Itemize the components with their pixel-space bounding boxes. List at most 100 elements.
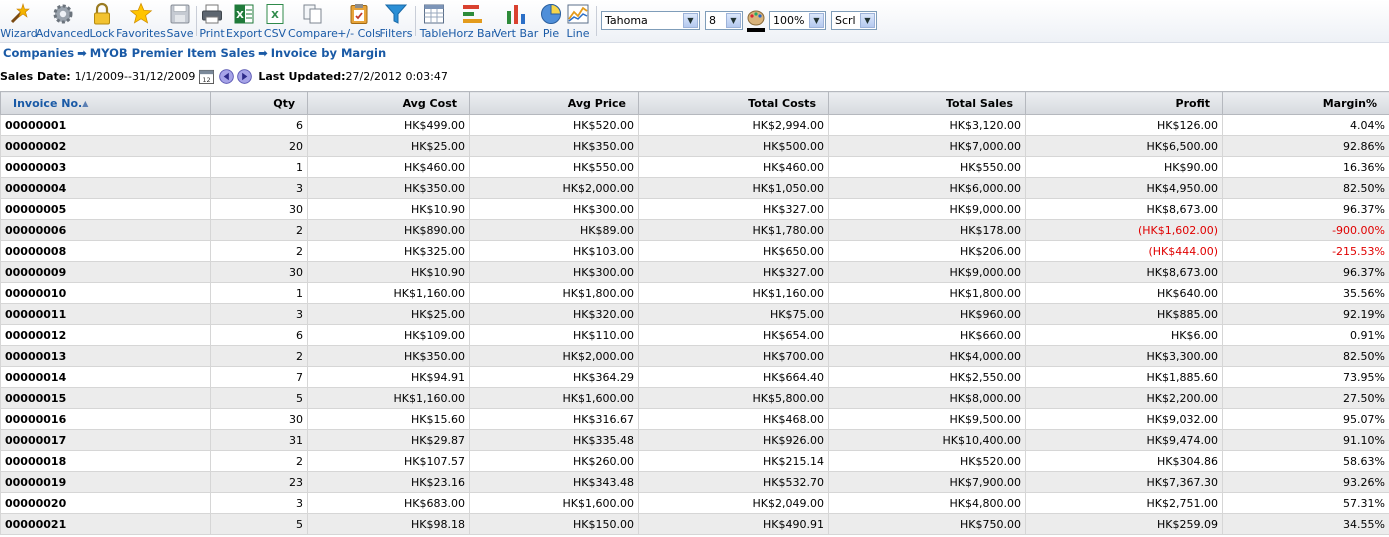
scroll-select[interactable]: Scrl ▼ bbox=[831, 11, 877, 30]
next-period-icon[interactable] bbox=[237, 69, 253, 84]
total-sales-cell: HK$9,000.00 bbox=[828, 261, 1026, 283]
avg-price-cell: HK$1,600.00 bbox=[469, 492, 639, 514]
last-updated-label: Last Updated: bbox=[258, 70, 346, 83]
compare-button[interactable]: Compare bbox=[288, 1, 338, 41]
lock-button[interactable]: Lock bbox=[89, 1, 115, 41]
table-row[interactable]: 00000012 6 HK$109.00 HK$110.00 HK$654.00 HK$6… bbox=[0, 324, 1389, 346]
invoice-no-cell: 00000001 bbox=[0, 114, 211, 136]
save-button[interactable]: Save bbox=[166, 1, 194, 41]
table-view-button[interactable]: Table bbox=[419, 1, 449, 41]
avg-cost-cell: HK$98.18 bbox=[307, 513, 470, 535]
star-icon bbox=[129, 2, 153, 24]
arrow-right-icon: ➡ bbox=[77, 46, 87, 60]
breadcrumb-item-sales[interactable]: MYOB Premier Item Sales bbox=[90, 46, 255, 60]
table-row[interactable]: 00000013 2 HK$350.00 HK$2,000.00 HK$700.00 HK… bbox=[0, 345, 1389, 367]
table-row[interactable]: 00000018 2 HK$107.57 HK$260.00 HK$215.14 HK$5… bbox=[0, 450, 1389, 472]
avg-price-cell: HK$110.00 bbox=[469, 324, 639, 346]
breadcrumb-invoice-by-margin[interactable]: Invoice by Margin bbox=[271, 46, 386, 60]
table-row[interactable]: 00000010 1 HK$1,160.00 HK$1,800.00 HK$1,160.… bbox=[0, 282, 1389, 304]
table-row[interactable]: 00000009 30 HK$10.90 HK$300.00 HK$327.00 HK$9… bbox=[0, 261, 1389, 283]
horz-bar-button[interactable]: Horz Bar bbox=[448, 1, 496, 41]
table-row[interactable]: 00000017 31 HK$29.87 HK$335.48 HK$926.00 HK$1… bbox=[0, 429, 1389, 451]
profit-cell: HK$4,950.00 bbox=[1025, 177, 1223, 199]
avg-price-cell: HK$316.67 bbox=[469, 408, 639, 430]
column-header-total-sales[interactable]: Total Sales bbox=[828, 91, 1026, 115]
total-costs-cell: HK$500.00 bbox=[638, 135, 829, 157]
avg-cost-cell: HK$109.00 bbox=[307, 324, 470, 346]
profit-cell: HK$9,474.00 bbox=[1025, 429, 1223, 451]
table-row[interactable]: 00000016 30 HK$15.60 HK$316.67 HK$468.00 HK$9… bbox=[0, 408, 1389, 430]
margin-cell: 73.95% bbox=[1222, 366, 1389, 388]
color-palette-icon[interactable] bbox=[746, 9, 766, 33]
total-costs-cell: HK$2,994.00 bbox=[638, 114, 829, 136]
vert-bar-button[interactable]: Vert Bar bbox=[494, 1, 538, 41]
wizard-button[interactable]: Wizard bbox=[0, 1, 38, 41]
filters-button[interactable]: Filters bbox=[380, 1, 413, 41]
invoice-no-cell: 00000021 bbox=[0, 513, 211, 535]
margin-cell: -215.53% bbox=[1222, 240, 1389, 262]
csv-button[interactable]: X CSV bbox=[262, 1, 288, 41]
advanced-button[interactable]: Advanced bbox=[36, 1, 90, 41]
avg-price-cell: HK$103.00 bbox=[469, 240, 639, 262]
previous-period-icon[interactable] bbox=[219, 69, 235, 84]
toolbar-separator bbox=[196, 6, 197, 36]
qty-cell: 2 bbox=[210, 450, 308, 472]
total-costs-cell: HK$650.00 bbox=[638, 240, 829, 262]
font-family-select[interactable]: Tahoma ▼ bbox=[601, 11, 700, 30]
profit-cell: HK$8,673.00 bbox=[1025, 261, 1223, 283]
table-row[interactable]: 00000005 30 HK$10.90 HK$300.00 HK$327.00 HK$9… bbox=[0, 198, 1389, 220]
column-header-avg-price[interactable]: Avg Price bbox=[469, 91, 639, 115]
avg-price-cell: HK$343.48 bbox=[469, 471, 639, 493]
total-sales-cell: HK$9,500.00 bbox=[828, 408, 1026, 430]
table-row[interactable]: 00000002 20 HK$25.00 HK$350.00 HK$500.00 HK$7… bbox=[0, 135, 1389, 157]
font-size-select[interactable]: 8 ▼ bbox=[705, 11, 743, 30]
zoom-select[interactable]: 100% ▼ bbox=[769, 11, 826, 30]
avg-cost-cell: HK$1,160.00 bbox=[307, 387, 470, 409]
qty-cell: 20 bbox=[210, 135, 308, 157]
funnel-icon bbox=[384, 4, 408, 24]
total-sales-cell: HK$10,400.00 bbox=[828, 429, 1026, 451]
table-row[interactable]: 00000015 5 HK$1,160.00 HK$1,600.00 HK$5,800.… bbox=[0, 387, 1389, 409]
avg-price-cell: HK$350.00 bbox=[469, 135, 639, 157]
column-header-invoice-no[interactable]: Invoice No.▲ bbox=[0, 91, 211, 115]
table-row[interactable]: 00000019 23 HK$23.16 HK$343.48 HK$532.70 HK$7… bbox=[0, 471, 1389, 493]
export-button[interactable]: X Export bbox=[226, 1, 262, 41]
avg-cost-cell: HK$10.90 bbox=[307, 198, 470, 220]
pie-button[interactable]: Pie bbox=[538, 1, 564, 41]
avg-price-cell: HK$335.48 bbox=[469, 429, 639, 451]
breadcrumb-companies[interactable]: Companies bbox=[3, 46, 74, 60]
calendar-icon[interactable]: 12 bbox=[199, 69, 215, 84]
columns-button[interactable]: +/- Cols bbox=[337, 1, 381, 41]
profit-cell: HK$7,367.30 bbox=[1025, 471, 1223, 493]
avg-cost-cell: HK$350.00 bbox=[307, 177, 470, 199]
table-row[interactable]: 00000006 2 HK$890.00 HK$89.00 HK$1,780.00 HK$… bbox=[0, 219, 1389, 241]
table-row[interactable]: 00000008 2 HK$325.00 HK$103.00 HK$650.00 HK$2… bbox=[0, 240, 1389, 262]
column-header-total-costs[interactable]: Total Costs bbox=[638, 91, 829, 115]
column-header-avg-cost[interactable]: Avg Cost bbox=[307, 91, 470, 115]
table-row[interactable]: 00000011 3 HK$25.00 HK$320.00 HK$75.00 HK$960… bbox=[0, 303, 1389, 325]
line-button[interactable]: Line bbox=[565, 1, 591, 41]
column-header-qty[interactable]: Qty bbox=[210, 91, 308, 115]
margin-cell: 35.56% bbox=[1222, 282, 1389, 304]
invoice-no-cell: 00000014 bbox=[0, 366, 211, 388]
column-header-profit[interactable]: Profit bbox=[1025, 91, 1223, 115]
table-row[interactable]: 00000021 5 HK$98.18 HK$150.00 HK$490.91 HK$75… bbox=[0, 513, 1389, 535]
avg-price-cell: HK$320.00 bbox=[469, 303, 639, 325]
total-sales-cell: HK$206.00 bbox=[828, 240, 1026, 262]
table-row[interactable]: 00000014 7 HK$94.91 HK$364.29 HK$664.40 HK$2,… bbox=[0, 366, 1389, 388]
invoice-no-cell: 00000019 bbox=[0, 471, 211, 493]
table-row[interactable]: 00000001 6 HK$499.00 HK$520.00 HK$2,994.00 HK… bbox=[0, 114, 1389, 136]
table-row[interactable]: 00000020 3 HK$683.00 HK$1,600.00 HK$2,049.00… bbox=[0, 492, 1389, 514]
margin-cell: 82.50% bbox=[1222, 177, 1389, 199]
column-header-margin[interactable]: Margin% bbox=[1222, 91, 1389, 115]
line-chart-icon bbox=[567, 4, 589, 24]
svg-text:12: 12 bbox=[203, 76, 211, 84]
table-row[interactable]: 00000003 1 HK$460.00 HK$550.00 HK$460.00 HK$5… bbox=[0, 156, 1389, 178]
table-row[interactable]: 00000004 3 HK$350.00 HK$2,000.00 HK$1,050.00… bbox=[0, 177, 1389, 199]
total-sales-cell: HK$178.00 bbox=[828, 219, 1026, 241]
print-button[interactable]: Print bbox=[198, 1, 226, 41]
total-sales-cell: HK$3,120.00 bbox=[828, 114, 1026, 136]
total-sales-cell: HK$550.00 bbox=[828, 156, 1026, 178]
invoice-no-cell: 00000018 bbox=[0, 450, 211, 472]
favorites-button[interactable]: Favorites bbox=[116, 1, 166, 41]
